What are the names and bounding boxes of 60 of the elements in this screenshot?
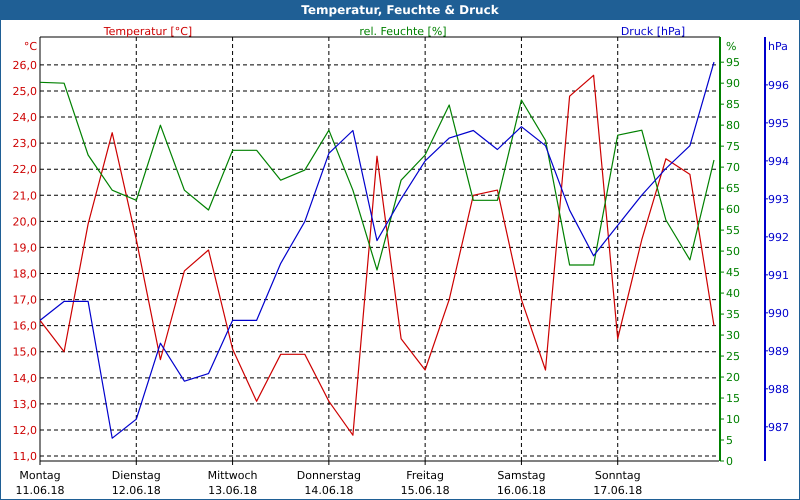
tick-label: 19,0 bbox=[12, 241, 37, 254]
tick-label: 70 bbox=[726, 161, 740, 174]
tick-label: 987 bbox=[768, 420, 789, 434]
tick-label: 40 bbox=[726, 287, 740, 300]
tick-label: 17,0 bbox=[12, 294, 37, 307]
series-title: rel. Feuchte [%] bbox=[359, 25, 447, 38]
day-label: Freitag 15.06.18 bbox=[400, 469, 450, 497]
tick-label: 24,0 bbox=[12, 111, 37, 124]
tick-label: 988 bbox=[768, 382, 789, 396]
tick-label: 25,0 bbox=[12, 84, 37, 98]
tick-label: 991 bbox=[768, 268, 789, 282]
tick-label: 22,0 bbox=[12, 163, 37, 176]
tick-label: 996 bbox=[768, 78, 789, 92]
tick-label: 10 bbox=[726, 413, 740, 426]
tick-label: 75 bbox=[726, 140, 740, 154]
axis-unit: hPa bbox=[768, 40, 788, 53]
day-label: Samstag 16.06.18 bbox=[496, 469, 546, 497]
tick-label: 15 bbox=[726, 392, 740, 406]
tick-label: 15,0 bbox=[12, 346, 37, 359]
tick-label: 990 bbox=[768, 306, 789, 320]
tick-label: 20 bbox=[726, 371, 740, 384]
tick-label: 80 bbox=[726, 119, 740, 132]
tick-label: 13,0 bbox=[12, 398, 37, 411]
day-label: Dienstag 12.06.18 bbox=[112, 469, 161, 497]
tick-label: 90 bbox=[726, 77, 740, 90]
tick-label: 85 bbox=[726, 98, 740, 112]
day-label: Mittwoch 13.06.18 bbox=[208, 469, 258, 497]
tick-label: 50 bbox=[726, 245, 740, 258]
tick-label: 993 bbox=[768, 192, 789, 206]
axis-unit: °C bbox=[24, 40, 37, 53]
tick-label: 0 bbox=[726, 455, 733, 468]
tick-label: 21,0 bbox=[12, 189, 37, 202]
day-label: Montag 11.06.18 bbox=[16, 469, 64, 497]
tick-label: 994 bbox=[768, 154, 789, 168]
tick-label: 95 bbox=[726, 56, 740, 70]
day-label: Sonntag 17.06.18 bbox=[593, 469, 642, 497]
tick-label: 995 bbox=[768, 116, 789, 130]
tick-label: 26,0 bbox=[12, 58, 37, 72]
tick-label: 23,0 bbox=[12, 137, 37, 150]
series-title: Druck [hPa] bbox=[620, 25, 686, 38]
tick-label: 14,0 bbox=[12, 372, 37, 385]
tick-label: 60 bbox=[726, 203, 740, 216]
tick-label: 12,0 bbox=[12, 424, 37, 437]
tick-label: 20,0 bbox=[12, 215, 37, 228]
axis-unit: % bbox=[726, 40, 736, 53]
tick-label: 992 bbox=[768, 230, 789, 244]
tick-label: 65 bbox=[726, 182, 740, 196]
tick-label: 989 bbox=[768, 344, 789, 358]
tick-label: 55 bbox=[726, 224, 740, 238]
tick-label: 25 bbox=[726, 350, 740, 364]
tick-label: 11,0 bbox=[12, 450, 37, 464]
tick-label: 30 bbox=[726, 329, 740, 342]
tick-label: 16,0 bbox=[12, 320, 37, 333]
tick-label: 35 bbox=[726, 308, 740, 322]
tick-label: 45 bbox=[726, 266, 740, 280]
tick-label: 18,0 bbox=[12, 268, 37, 280]
series-title: Temperatur [°C] bbox=[104, 25, 192, 38]
window-title: Temperatur, Feuchte & Druck bbox=[1, 0, 799, 20]
day-label: Donnerstag 14.06.18 bbox=[296, 469, 361, 497]
tick-label: 5 bbox=[726, 434, 733, 447]
